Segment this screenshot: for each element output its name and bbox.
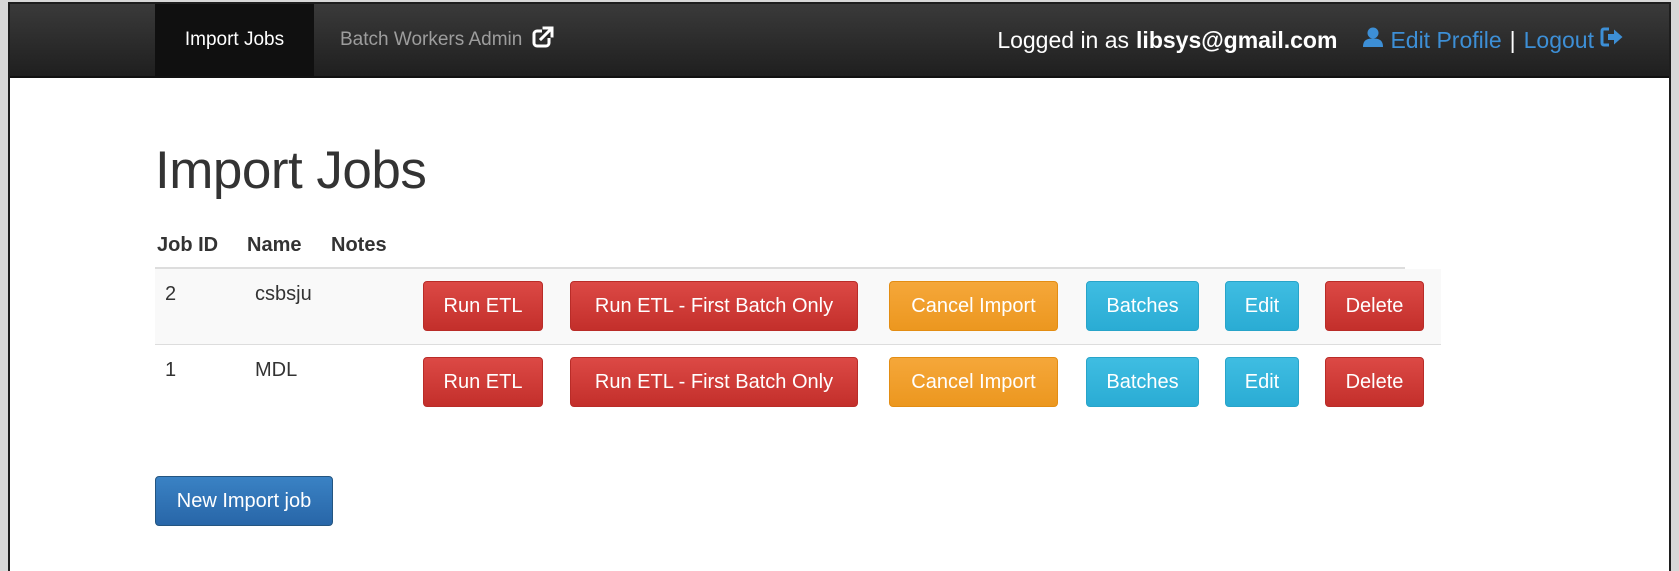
batches-button[interactable]: Batches [1086,357,1199,407]
column-header-job-id: Job ID [157,234,219,256]
nav-tab-label: Import Jobs [184,29,285,50]
delete-button[interactable]: Delete [1325,357,1424,407]
nav-tab-batch-workers-admin[interactable]: Batch Workers Admin [340,4,554,76]
job-id-cell: 1 [165,359,177,381]
edit-profile-link[interactable]: Edit Profile [1390,27,1501,54]
run-etl-button[interactable]: Run ETL [423,281,543,331]
table-row: 1 MDL Run ETL Run ETL - First Batch Only… [155,345,1441,421]
user-area: Logged in as libsys@gmail.com Edit Profi… [997,4,1624,76]
column-header-notes: Notes [331,234,387,256]
logout-icon[interactable] [1600,26,1624,54]
edit-button[interactable]: Edit [1225,281,1299,331]
browser-window: Import Jobs Batch Workers Admin Logged i… [8,2,1671,571]
job-name-cell: MDL [255,359,298,381]
run-etl-first-batch-button[interactable]: Run ETL - First Batch Only [570,281,858,331]
run-etl-button[interactable]: Run ETL [423,357,543,407]
job-name-cell: csbsju [255,283,312,305]
logout-link[interactable]: Logout [1524,27,1594,54]
new-import-job-button[interactable]: New Import job [155,476,333,526]
job-id-cell: 2 [165,283,177,305]
external-link-icon [532,26,554,54]
batches-button[interactable]: Batches [1086,281,1199,331]
column-header-name: Name [247,234,302,256]
nav-separator: | [1509,26,1516,53]
top-navbar: Import Jobs Batch Workers Admin Logged i… [10,4,1669,78]
nav-tab-label: Batch Workers Admin [340,29,523,50]
table-row: 2 csbsju Run ETL Run ETL - First Batch O… [155,269,1441,345]
delete-button[interactable]: Delete [1325,281,1424,331]
run-etl-first-batch-button[interactable]: Run ETL - First Batch Only [570,357,858,407]
edit-button[interactable]: Edit [1225,357,1299,407]
cancel-import-button[interactable]: Cancel Import [889,357,1058,407]
nav-tab-import-jobs[interactable]: Import Jobs [155,4,314,76]
user-icon[interactable] [1362,26,1384,54]
logged-in-label: Logged in as [997,26,1130,53]
page-title: Import Jobs [155,141,427,200]
cancel-import-button[interactable]: Cancel Import [889,281,1058,331]
user-email: libsys@gmail.com [1136,26,1338,53]
